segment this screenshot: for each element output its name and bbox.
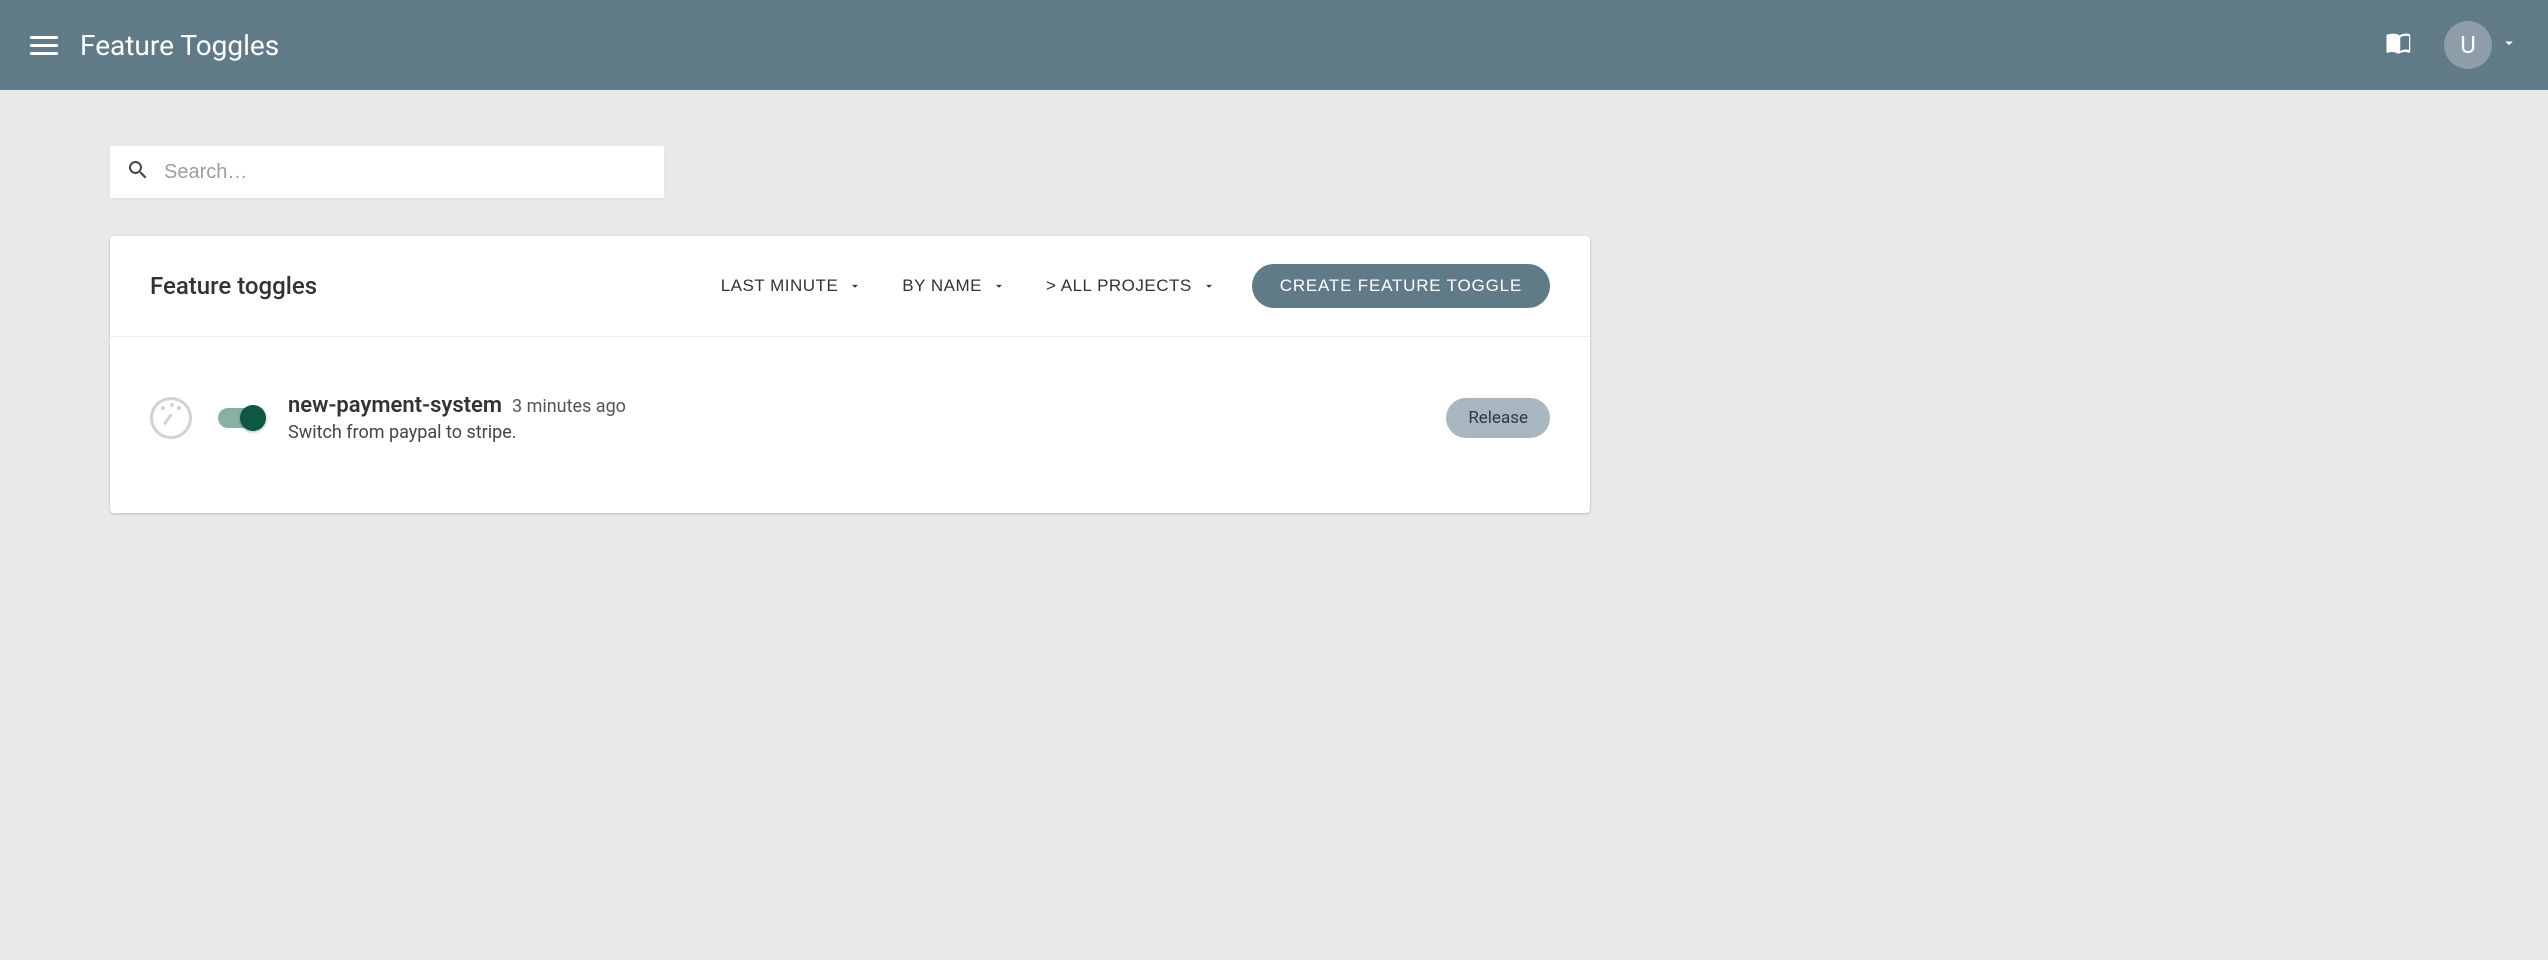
time-filter-dropdown[interactable]: LAST MINUTE <box>717 268 867 304</box>
docs-icon[interactable] <box>2384 28 2414 62</box>
search-icon <box>126 158 150 186</box>
avatar: U <box>2444 21 2492 69</box>
release-badge: Release <box>1446 398 1550 438</box>
toggle-name[interactable]: new-payment-system <box>288 393 502 418</box>
feature-toggle-card: Feature toggles LAST MINUTE BY NAME > AL… <box>110 236 1590 513</box>
search-box[interactable] <box>110 146 664 198</box>
search-input[interactable] <box>164 161 648 184</box>
user-menu[interactable]: U <box>2444 21 2518 69</box>
toggle-timestamp: 3 minutes ago <box>512 396 626 417</box>
switch-knob <box>240 405 266 431</box>
app-bar: Feature Toggles U <box>0 0 2548 90</box>
content: Feature toggles LAST MINUTE BY NAME > AL… <box>0 90 1700 569</box>
project-filter-label: > ALL PROJECTS <box>1046 276 1192 296</box>
toggle-row-left: new-payment-system 3 minutes ago Switch … <box>150 393 626 443</box>
card-header: Feature toggles LAST MINUTE BY NAME > AL… <box>110 236 1590 337</box>
app-bar-left: Feature Toggles <box>30 29 279 62</box>
sort-label: BY NAME <box>902 276 982 296</box>
chevron-down-icon <box>992 279 1006 293</box>
chevron-down-icon <box>2500 34 2518 56</box>
toggle-list: new-payment-system 3 minutes ago Switch … <box>110 337 1590 513</box>
header-actions: LAST MINUTE BY NAME > ALL PROJECTS CREAT… <box>717 264 1550 308</box>
app-bar-right: U <box>2384 21 2518 69</box>
menu-icon[interactable] <box>30 31 58 59</box>
sort-dropdown[interactable]: BY NAME <box>898 268 1010 304</box>
toggle-text: new-payment-system 3 minutes ago Switch … <box>288 393 626 443</box>
gauge-icon <box>150 397 192 439</box>
project-filter-dropdown[interactable]: > ALL PROJECTS <box>1042 268 1220 304</box>
toggle-row[interactable]: new-payment-system 3 minutes ago Switch … <box>150 393 1550 443</box>
chevron-down-icon <box>848 279 862 293</box>
chevron-down-icon <box>1202 279 1216 293</box>
enable-switch[interactable] <box>218 408 262 428</box>
create-feature-toggle-button[interactable]: CREATE FEATURE TOGGLE <box>1252 264 1550 308</box>
toggle-description: Switch from paypal to stripe. <box>288 422 626 443</box>
card-title: Feature toggles <box>150 272 317 300</box>
time-filter-label: LAST MINUTE <box>721 276 839 296</box>
page-title: Feature Toggles <box>80 29 279 62</box>
